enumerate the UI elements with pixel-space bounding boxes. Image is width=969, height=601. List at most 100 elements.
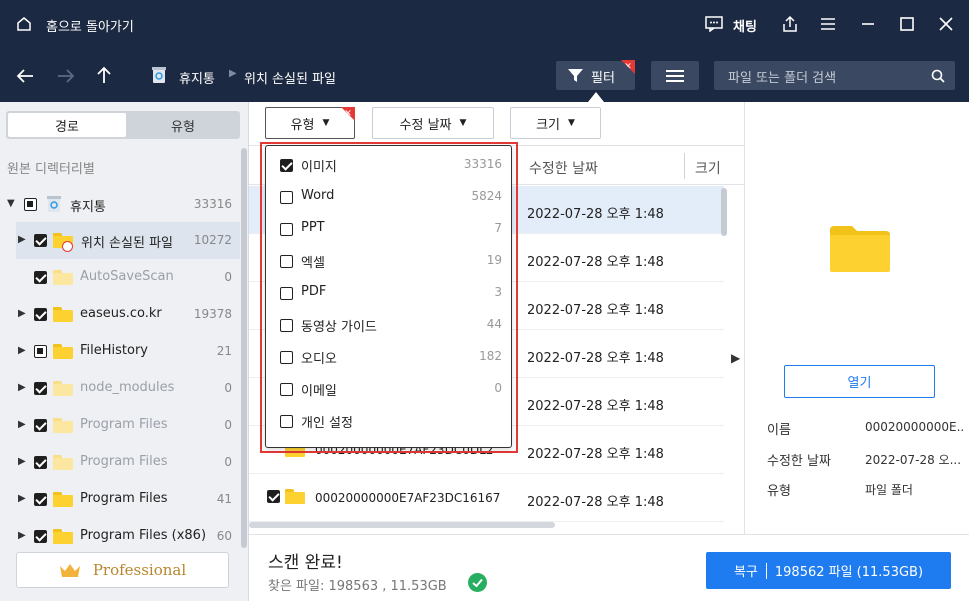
type-option-audio[interactable]: 오디오 182 (280, 343, 502, 371)
option-checkbox[interactable] (280, 351, 293, 364)
item-checkbox[interactable] (34, 271, 47, 284)
tab-type[interactable]: 유형 (128, 113, 238, 137)
item-checkbox[interactable] (34, 493, 47, 506)
type-option-email[interactable]: 이메일 0 (280, 375, 502, 403)
type-option-custom[interactable]: 개인 설정 (280, 407, 502, 435)
status-bar: 스캔 완료! 찾은 파일: 198563 , 11.53GB 복구 198562… (249, 534, 969, 601)
upgrade-professional-button[interactable]: Professional (16, 552, 229, 588)
option-count: 0 (494, 381, 502, 395)
filter-clear-badge[interactable]: ✕ (621, 60, 635, 74)
option-checkbox[interactable] (280, 255, 293, 268)
filter-button[interactable]: 필터 ✕ (556, 60, 635, 90)
tree-item-program-files-x86[interactable]: ▶ Program Files (x86) 60 (0, 518, 240, 555)
expand-arrow-icon[interactable]: ▶ (18, 234, 28, 246)
chevron-down-icon: ▼ (322, 118, 330, 128)
column-modified[interactable]: 수정한 날짜 (529, 158, 598, 178)
root-checkbox[interactable] (24, 198, 37, 211)
tree-count: 19378 (193, 307, 232, 321)
option-checkbox[interactable] (280, 159, 293, 172)
type-option-excel[interactable]: 엑셀 19 (280, 247, 502, 275)
search-box[interactable]: 파일 또는 폴더 검색 (714, 61, 955, 90)
tree-item-program-files-3[interactable]: ▶ Program Files 41 (0, 481, 240, 518)
item-checkbox[interactable] (34, 308, 47, 321)
list-horizontal-scrollbar[interactable] (249, 522, 555, 528)
type-option-image[interactable]: 이미지 33316 (280, 151, 502, 179)
expand-arrow-icon[interactable]: ▶ (18, 530, 28, 542)
folder-icon (285, 489, 305, 504)
breadcrumb-root[interactable]: 휴지통 (179, 68, 215, 87)
filter-label: 필터 (591, 71, 615, 86)
forward-arrow-icon[interactable] (56, 66, 76, 86)
search-icon[interactable] (930, 68, 946, 84)
folder-preview-icon (830, 226, 890, 272)
type-option-pdf[interactable]: PDF 3 (280, 279, 502, 307)
expand-arrow-icon[interactable]: ▶ (18, 493, 28, 505)
expand-arrow-icon[interactable]: ▶ (18, 456, 28, 468)
type-filter-button[interactable]: 유형 ▼ (265, 107, 355, 139)
date-filter-button[interactable]: 수정 날짜 ▼ (372, 107, 494, 139)
tree-root-recycle-bin[interactable]: ▼ 휴지통 33316 (0, 186, 240, 223)
chat-button[interactable]: 채팅 (733, 16, 757, 35)
row-date: 2022-07-28 오후 1:48 (527, 207, 664, 222)
tree-item-autosavescan[interactable]: AutoSaveScan 0 (0, 259, 240, 296)
expand-arrow-icon[interactable]: ▶ (18, 345, 28, 357)
option-label: PDF (301, 284, 327, 299)
option-checkbox[interactable] (280, 191, 293, 204)
type-filter-label: 유형 (290, 117, 315, 133)
collapse-arrow-icon[interactable]: ▼ (7, 198, 17, 210)
home-link[interactable]: 홈으로 돌아가기 (46, 16, 134, 35)
tab-path[interactable]: 경로 (8, 113, 126, 137)
type-option-ppt[interactable]: PPT 7 (280, 215, 502, 243)
home-icon[interactable] (14, 14, 34, 34)
minimize-icon[interactable] (858, 14, 878, 34)
sidebar-scrollbar[interactable] (241, 148, 247, 548)
item-checkbox[interactable] (34, 456, 47, 469)
tree-item-lost-files[interactable]: ▶ 위치 손실된 파일 10272 (16, 222, 240, 259)
tree-item-program-files-2[interactable]: ▶ Program Files 0 (0, 444, 240, 481)
item-checkbox[interactable] (34, 419, 47, 432)
tree-item-filehistory[interactable]: ▶ FileHistory 21 (0, 333, 240, 370)
table-row[interactable]: 00020000000E7AF23DC16167 2022-07-28 오후 1… (249, 474, 724, 522)
option-label: 개인 설정 (301, 416, 353, 431)
menu-icon[interactable] (818, 14, 838, 34)
close-icon[interactable] (936, 14, 956, 34)
tree-item-easeus[interactable]: ▶ easeus.co.kr 19378 (0, 296, 240, 333)
row-checkbox[interactable] (267, 490, 280, 503)
option-checkbox[interactable] (280, 415, 293, 428)
up-arrow-icon[interactable] (94, 65, 114, 85)
breadcrumb-separator-icon: ▶ (229, 68, 237, 79)
back-arrow-icon[interactable] (15, 66, 35, 86)
option-count: 5824 (471, 189, 502, 203)
item-checkbox[interactable] (34, 382, 47, 395)
item-checkbox[interactable] (34, 234, 47, 247)
list-vertical-scrollbar[interactable] (721, 188, 727, 236)
open-button[interactable]: 열기 (784, 365, 935, 398)
expand-arrow-icon[interactable]: ▶ (18, 382, 28, 394)
folder-icon (53, 492, 73, 507)
expand-arrow-icon[interactable]: ▶ (18, 308, 28, 320)
expand-preview-icon[interactable]: ▶ (731, 351, 740, 365)
size-filter-button[interactable]: 크기 ▼ (510, 107, 601, 139)
option-label: 이미지 (301, 160, 337, 175)
maximize-icon[interactable] (897, 14, 917, 34)
column-size[interactable]: 크기 (695, 158, 721, 178)
expand-arrow-icon[interactable]: ▶ (18, 419, 28, 431)
view-toggle-button[interactable] (651, 61, 699, 90)
option-checkbox[interactable] (280, 319, 293, 332)
item-checkbox[interactable] (34, 530, 47, 543)
tree-label: easeus.co.kr (80, 306, 162, 321)
type-option-word[interactable]: Word 5824 (280, 183, 502, 211)
option-checkbox[interactable] (280, 287, 293, 300)
option-count: 33316 (463, 157, 502, 171)
recover-button[interactable]: 복구 198562 파일 (11.53GB) (706, 552, 951, 589)
option-checkbox[interactable] (280, 223, 293, 236)
tree-item-node-modules[interactable]: ▶ node_modules 0 (0, 370, 240, 407)
option-checkbox[interactable] (280, 383, 293, 396)
chat-icon[interactable] (704, 14, 724, 34)
funnel-icon (567, 68, 583, 84)
type-option-video[interactable]: 동영상 가이드 44 (280, 311, 502, 339)
item-checkbox[interactable] (34, 345, 47, 358)
share-icon[interactable] (780, 14, 800, 34)
tree-count: 0 (224, 455, 232, 469)
tree-item-program-files-1[interactable]: ▶ Program Files 0 (0, 407, 240, 444)
